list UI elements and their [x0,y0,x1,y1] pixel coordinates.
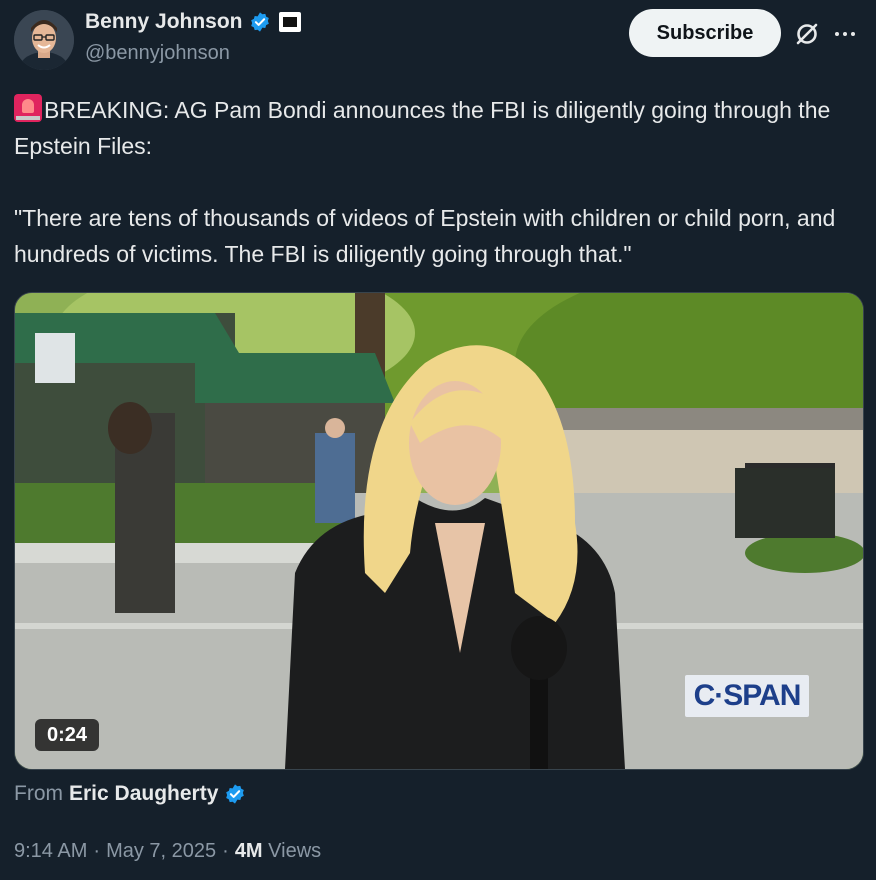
video-duration-badge: 0:24 [35,719,100,751]
source-label: From [14,782,63,805]
verified-badge-icon [250,12,269,32]
siren-emoji-icon [14,94,42,122]
verified-badge-icon [226,784,245,804]
tweet-meta: 9:14 AM · May 7, 2025 · 4M Views [14,840,321,863]
video-player[interactable]: 0:24 C·SPAN [14,292,864,770]
more-options-icon[interactable] [835,24,863,44]
tweet-time[interactable]: 9:14 AM [14,840,87,863]
affiliation-badge-icon[interactable] [278,12,301,32]
views-label: Views [268,840,322,862]
tweet-date[interactable]: May 7, 2025 [106,840,216,863]
views-count: 4M [234,840,263,862]
author-handle[interactable]: @bennyjohnson [85,42,230,65]
source-attribution: From Eric Daugherty [14,782,246,806]
grok-icon[interactable] [793,20,821,48]
source-name[interactable]: Eric Daugherty [69,782,218,806]
meta-separator: · [93,840,101,862]
author-name-row: Benny Johnson [85,10,301,34]
author-display-name[interactable]: Benny Johnson [85,10,243,34]
subscribe-button[interactable]: Subscribe [629,9,781,57]
tweet-text: BREAKING: AG Pam Bondi announces the FBI… [14,97,836,267]
broadcaster-logo: C·SPAN [685,675,809,717]
author-avatar[interactable] [14,10,74,70]
meta-separator: · [222,840,229,862]
tweet-body: BREAKING: AG Pam Bondi announces the FBI… [14,92,864,272]
